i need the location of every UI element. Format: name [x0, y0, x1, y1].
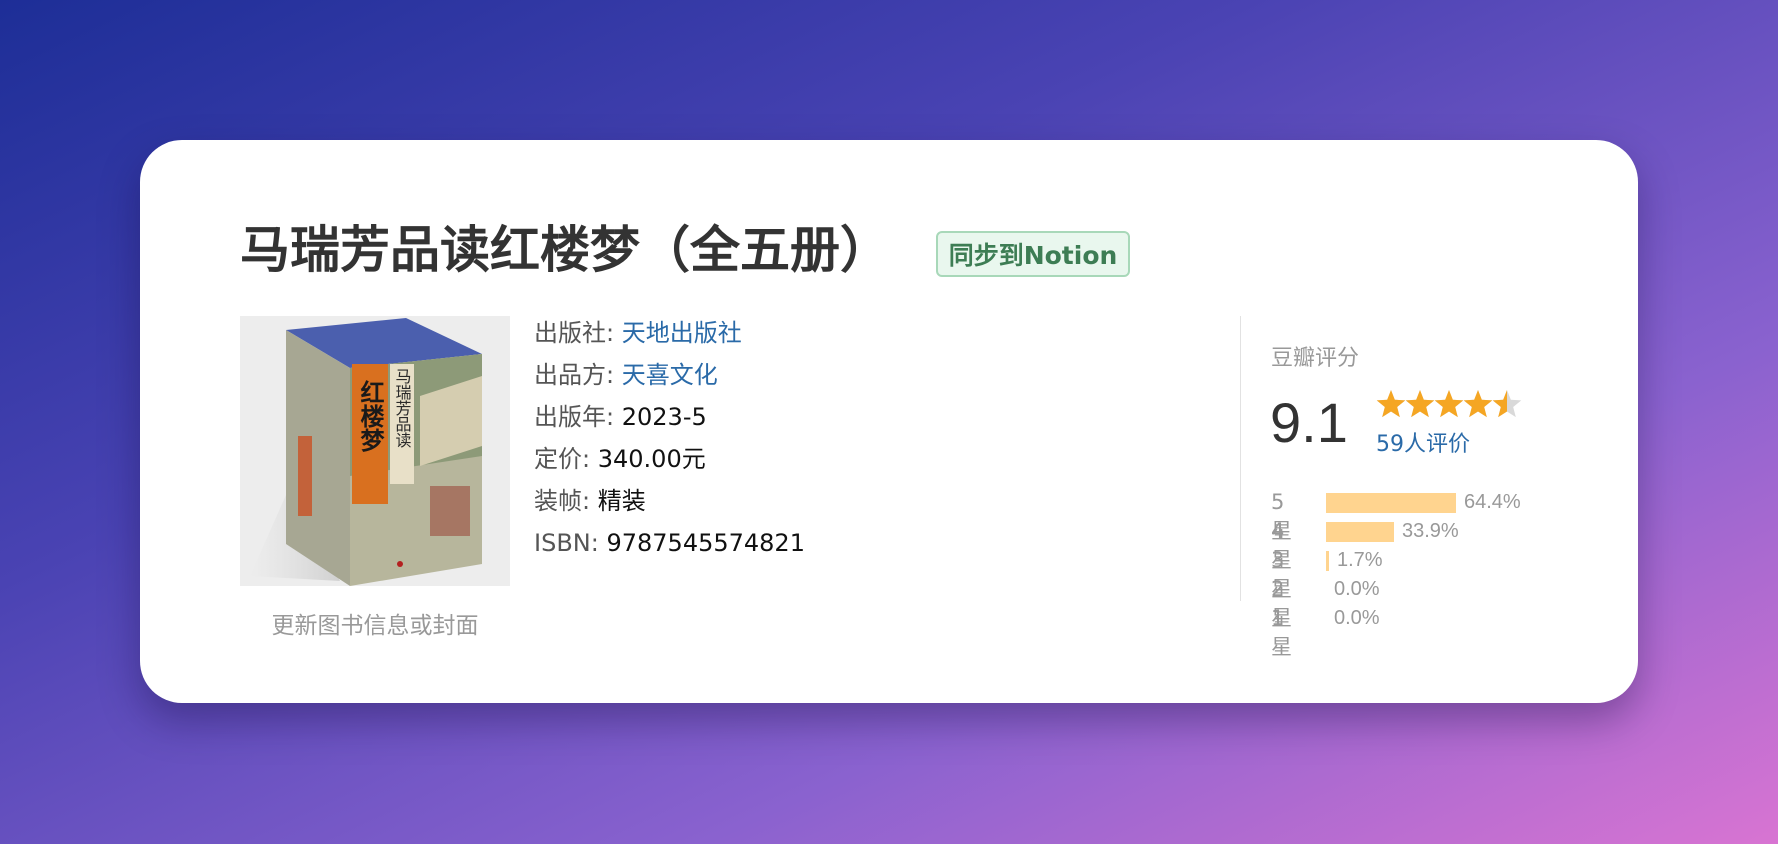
price-label: 定价: — [534, 445, 591, 473]
star-filled-icon — [1434, 390, 1464, 418]
book-info: 出版社: 天地出版社 出品方: 天喜文化 出版年: 2023-5 定价: 340… — [534, 312, 805, 564]
rating-row-percent: 0.0% — [1334, 607, 1380, 629]
cover-subtitle: 马瑞芳品读 — [393, 368, 412, 448]
year-label: 出版年: — [534, 403, 615, 431]
binding-label: 装帧: — [534, 487, 591, 515]
book-cover[interactable]: 红楼梦 马瑞芳品读 — [240, 316, 510, 586]
sync-notion-button[interactable]: 同步到Notion — [936, 231, 1130, 277]
star-rating-icon — [1376, 390, 1522, 418]
year-value: 2023-5 — [621, 403, 707, 431]
update-book-info-link[interactable]: 更新图书信息或封面 — [240, 606, 510, 640]
book-cover-image: 红楼梦 马瑞芳品读 — [240, 316, 510, 586]
producer-label: 出品方: — [534, 361, 615, 389]
book-title: 马瑞芳品读红楼梦（全五册） — [240, 221, 890, 279]
cover-main-title: 红楼梦 — [356, 379, 384, 453]
rating-score: 9.1 — [1270, 391, 1348, 454]
star-filled-icon — [1463, 390, 1493, 418]
divider — [1240, 316, 1241, 601]
rating-row-percent: 0.0% — [1334, 578, 1380, 600]
star-filled-icon — [1376, 390, 1406, 418]
price-value: 340.00元 — [597, 445, 706, 473]
isbn-value: 9787545574821 — [606, 529, 805, 557]
rating-bar — [1326, 493, 1456, 513]
isbn-label: ISBN: — [534, 529, 599, 557]
star-filled-icon — [1405, 390, 1435, 418]
rating-row-percent: 64.4% — [1464, 491, 1521, 513]
binding-row: 装帧: 精装 — [534, 480, 805, 522]
rating-count-link[interactable]: 59人评价 — [1376, 426, 1470, 458]
rating-row-percent: 33.9% — [1402, 520, 1459, 542]
isbn-row: ISBN: 9787545574821 — [534, 522, 805, 564]
publisher-row: 出版社: 天地出版社 — [534, 312, 805, 354]
producer-row: 出品方: 天喜文化 — [534, 354, 805, 396]
rating-row-label: 1星 — [1271, 606, 1292, 659]
publisher-link[interactable]: 天地出版社 — [622, 319, 742, 347]
rating-row-percent: 1.7% — [1337, 549, 1383, 571]
price-row: 定价: 340.00元 — [534, 438, 805, 480]
rating-bar — [1326, 551, 1329, 571]
rating-bar — [1326, 522, 1394, 542]
producer-link[interactable]: 天喜文化 — [622, 361, 718, 389]
binding-value: 精装 — [597, 487, 646, 515]
book-card: 马瑞芳品读红楼梦（全五册） 同步到Notion 红楼梦 马瑞芳品读 更新图书信息… — [140, 140, 1638, 703]
rating-stars — [1376, 388, 1526, 427]
rating-label: 豆瓣评分 — [1271, 346, 1360, 371]
publisher-label: 出版社: — [534, 319, 615, 347]
year-row: 出版年: 2023-5 — [534, 396, 805, 438]
